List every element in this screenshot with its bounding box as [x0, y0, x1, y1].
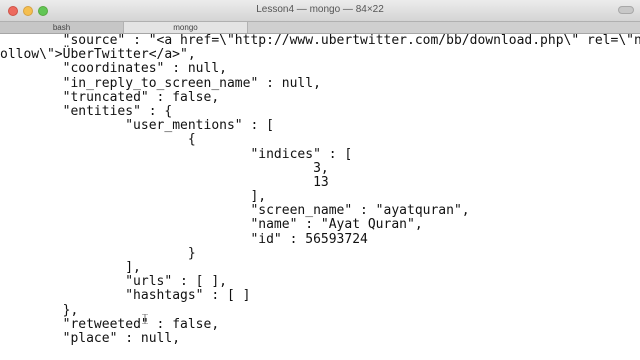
- terminal-line: {: [0, 132, 196, 148]
- terminal-line: "truncated" : false,: [0, 89, 220, 105]
- terminal-line: "place" : null,: [0, 330, 181, 346]
- terminal-line: "indices" : [: [0, 146, 353, 162]
- tab-mongo[interactable]: mongo: [124, 22, 248, 33]
- tab-bash[interactable]: bash: [0, 22, 124, 33]
- terminal-line: 13: [0, 174, 329, 190]
- terminal-line: "retweeted" : false,: [0, 316, 220, 332]
- terminal-line: "entities" : {: [0, 103, 173, 119]
- terminal-line: ],: [0, 260, 141, 275]
- window-title: Lesson4 — mongo — 84×22: [256, 4, 384, 15]
- terminal-line: "hashtags" : [ ]: [0, 288, 251, 304]
- terminal-line: "user_mentions" : [: [0, 118, 274, 134]
- terminal-line: },: [0, 302, 79, 318]
- terminal-line: "name" : "Ayat Quran",: [0, 217, 423, 233]
- ibeam-cursor-icon: [142, 313, 148, 325]
- terminal-output[interactable]: "source" : "<a href=\"http://www.ubertwi…: [0, 34, 640, 360]
- terminal-line: "screen_name" : "ayatquran",: [0, 203, 470, 219]
- terminal-line: "urls" : [ ],: [0, 274, 227, 290]
- terminal-line: ],: [0, 189, 267, 205]
- terminal-line: ollow\">ÜberTwitter</a>",: [0, 47, 196, 63]
- toolbar-toggle-button[interactable]: [618, 6, 634, 14]
- title-bar[interactable]: Lesson4 — mongo — 84×22: [0, 0, 640, 22]
- terminal-window: Lesson4 — mongo — 84×22 bash mongo "sour…: [0, 0, 640, 360]
- terminal-line: "coordinates" : null,: [0, 61, 227, 77]
- terminal-line: "id" : 56593724: [0, 231, 368, 247]
- terminal-line: 3,: [0, 160, 329, 176]
- tab-bar: bash mongo: [0, 22, 640, 34]
- terminal-line: }: [0, 245, 196, 261]
- terminal-line: "in_reply_to_screen_name" : null,: [0, 75, 321, 91]
